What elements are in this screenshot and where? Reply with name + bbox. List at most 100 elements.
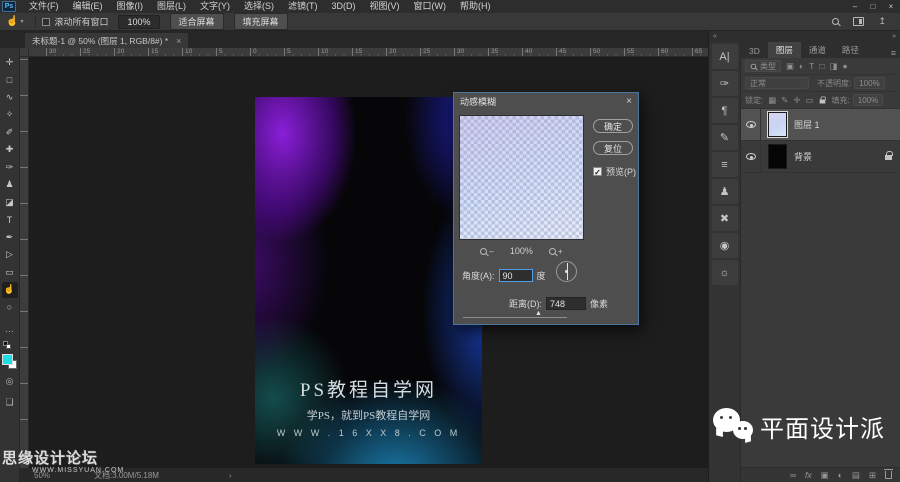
filter-type-layers-icon[interactable]: T [809, 61, 814, 72]
menu-item[interactable]: 帮助(H) [453, 0, 498, 13]
dialog-title-bar[interactable]: 动感模糊 × [454, 93, 638, 109]
share-icon[interactable]: ↥ [878, 16, 886, 27]
paragraph-panel-icon[interactable]: ¶ [711, 98, 738, 123]
menu-item[interactable]: 图像(I) [110, 0, 151, 13]
pen-tool-icon[interactable]: ✒ [2, 229, 18, 245]
brushes-panel-icon[interactable]: ✎ [711, 125, 738, 150]
fill-value[interactable]: 100% [852, 94, 884, 106]
menu-item[interactable]: 滤镜(T) [281, 0, 325, 13]
fill-screen-button[interactable]: 填充屏幕 [233, 13, 288, 30]
workspace-icon[interactable] [853, 17, 865, 26]
libraries-panel-icon[interactable]: ♟ [711, 179, 738, 204]
vertical-ruler[interactable]: 505101520253035404550 [20, 57, 29, 468]
clone-stamp-tool-icon[interactable]: ♟ [2, 177, 18, 193]
menu-item[interactable]: 视图(V) [363, 0, 407, 13]
panel-menu-icon[interactable]: ≡ [891, 48, 896, 58]
hand-tool-icon[interactable]: ☝ [1, 281, 18, 298]
color-swatches[interactable] [2, 354, 17, 369]
background-name[interactable]: 背景 [794, 150, 812, 163]
edit-toolbar-icon[interactable]: … [2, 321, 18, 337]
default-swatches-icon[interactable] [2, 341, 13, 350]
path-selection-tool-icon[interactable]: ▷ [2, 247, 18, 263]
fit-screen-button[interactable]: 适合屏幕 [169, 13, 224, 30]
brush-tool-icon[interactable]: ✑ [2, 159, 18, 175]
filter-smart-objects-icon[interactable]: ◨ [830, 61, 838, 72]
close-icon[interactable]: × [882, 0, 900, 13]
menu-item[interactable]: 文件(F) [22, 0, 66, 13]
layer-row-background[interactable]: 背景 [741, 141, 900, 173]
menu-item[interactable]: 3D(D) [325, 0, 363, 13]
preview-checkbox[interactable]: ✓ [593, 167, 602, 177]
tool-preset-dropdown-icon[interactable]: ▾ [20, 18, 23, 25]
filter-pixel-layers-icon[interactable]: ▣ [786, 61, 794, 72]
scroll-all-windows-checkbox[interactable] [42, 17, 51, 26]
layer-row-layer1[interactable]: 图层 1 [741, 109, 900, 141]
tab-3d[interactable]: 3D [741, 44, 768, 58]
search-icon[interactable] [832, 18, 840, 25]
layer-effects-icon[interactable]: fx [805, 470, 812, 480]
lock-artboard-icon[interactable]: ▭ [806, 95, 814, 106]
layer-filter-type-dropdown[interactable]: 类型 [745, 60, 781, 72]
minimize-icon[interactable]: – [846, 0, 864, 13]
menu-item[interactable]: 图层(L) [150, 0, 193, 13]
adjustment-layer-icon[interactable]: ◐ [838, 470, 843, 480]
lock-all-icon[interactable] [819, 95, 826, 106]
visibility-eye-icon[interactable] [745, 121, 756, 128]
creative-cloud-icon[interactable]: ◉ [711, 233, 738, 258]
angle-dial[interactable] [556, 261, 577, 282]
lasso-tool-icon[interactable]: ∿ [2, 89, 18, 105]
marquee-tool-icon[interactable]: □ [2, 72, 18, 88]
rectangle-tool-icon[interactable]: ▭ [2, 264, 18, 280]
tab-layers[interactable]: 图层 [767, 42, 801, 58]
expand-panels-icon[interactable]: » [892, 33, 896, 40]
angle-input[interactable]: 90 [498, 269, 533, 282]
layer1-thumbnail[interactable] [767, 111, 788, 138]
menu-item[interactable]: 编辑(E) [66, 0, 110, 13]
tool-presets-panel-icon[interactable]: ✖ [711, 206, 738, 231]
ok-button[interactable]: 确定 [593, 119, 633, 133]
reset-button[interactable]: 复位 [593, 141, 633, 155]
type-tool-icon[interactable]: T [2, 212, 18, 228]
layer-group-icon[interactable]: ▤ [852, 470, 860, 481]
collapse-panels-icon[interactable]: « [713, 33, 717, 40]
layer1-name[interactable]: 图层 1 [794, 118, 820, 131]
distance-slider[interactable]: ▲ [463, 310, 567, 318]
maximize-icon[interactable]: □ [864, 0, 882, 13]
canvas-image[interactable]: PS教程自学网 学PS，就到PS教程自学网 W W W . 1 6 X X 8 … [255, 97, 482, 464]
brush-settings-panel-icon[interactable]: ✑ [711, 71, 738, 96]
visibility-eye-icon[interactable] [745, 153, 756, 160]
zoom-out-icon[interactable]: – [480, 247, 494, 256]
adjustments-panel-icon[interactable]: ≡ [711, 152, 738, 177]
blend-mode-dropdown[interactable]: 正常 [745, 77, 809, 89]
photoshop-logo-icon[interactable]: Ps [2, 1, 16, 12]
slider-thumb[interactable]: ▲ [535, 310, 542, 317]
eyedropper-tool-icon[interactable]: ✐ [2, 124, 18, 140]
menu-item[interactable]: 窗口(W) [407, 0, 454, 13]
dialog-close-icon[interactable]: × [626, 96, 632, 107]
current-tool-hand-icon[interactable]: ☝ [6, 16, 18, 27]
zoom-value-field[interactable]: 100% [118, 14, 160, 29]
healing-brush-tool-icon[interactable]: ✚ [2, 142, 18, 158]
lock-transparent-pixels-icon[interactable]: ▦ [768, 95, 776, 106]
delete-layer-icon[interactable] [884, 469, 893, 479]
filter-adjustment-layers-icon[interactable]: ◐ [799, 61, 804, 72]
zoom-in-icon[interactable]: + [548, 247, 563, 256]
tab-paths[interactable]: 路径 [834, 42, 867, 58]
filter-shape-layers-icon[interactable]: □ [819, 61, 824, 72]
background-thumbnail[interactable] [768, 144, 787, 169]
learn-panel-icon[interactable]: ☼ [711, 260, 738, 285]
opacity-value[interactable]: 100% [854, 77, 885, 89]
link-layers-icon[interactable]: ∞ [790, 470, 796, 480]
eraser-tool-icon[interactable]: ◪ [2, 194, 18, 210]
menu-item[interactable]: 选择(S) [237, 0, 281, 13]
blur-preview-area[interactable] [459, 115, 584, 240]
character-panel-icon[interactable]: A| [711, 44, 738, 69]
horizontal-ruler[interactable]: 30 25 20 15 10 5 0 5 10 15 20 25 30 35 40 45 50 55 60 65 [29, 48, 708, 57]
quick-selection-tool-icon[interactable]: ✧ [2, 107, 18, 123]
move-tool-icon[interactable]: ✛ [2, 54, 18, 70]
tab-close-icon[interactable]: × [176, 36, 181, 46]
layer-mask-icon[interactable]: ▣ [821, 470, 829, 481]
lock-image-pixels-icon[interactable]: ✎ [781, 95, 788, 106]
quick-mask-icon[interactable]: ◎ [2, 373, 18, 389]
tab-channels[interactable]: 通道 [801, 42, 834, 58]
